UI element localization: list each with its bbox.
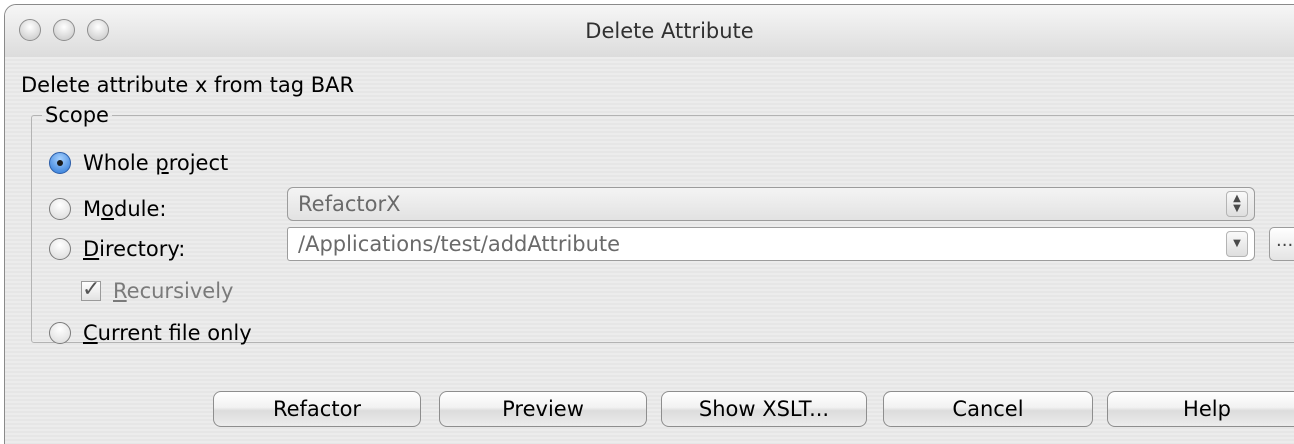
- whole-project-label: Whole project: [83, 151, 229, 175]
- recursively-label: Recursively: [113, 279, 234, 303]
- module-label: Module:: [83, 197, 167, 221]
- module-radio[interactable]: [49, 198, 71, 220]
- title-bar[interactable]: Delete Attribute: [5, 5, 1294, 58]
- scope-legend: Scope: [45, 103, 109, 127]
- current-file-radio[interactable]: [49, 322, 71, 344]
- window-title: Delete Attribute: [585, 19, 754, 43]
- recursively-checkbox[interactable]: ✓: [81, 279, 101, 301]
- whole-project-radio[interactable]: [49, 152, 71, 174]
- show-xslt-button[interactable]: Show XSLT...: [661, 391, 867, 427]
- help-button[interactable]: Help: [1107, 391, 1294, 427]
- module-select[interactable]: RefactorX ▲ ▼: [287, 187, 1255, 221]
- directory-value: /Applications/test/addAttribute: [298, 232, 621, 256]
- preview-button[interactable]: Preview: [439, 391, 647, 427]
- dialog-content: Delete attribute x from tag BAR Scope Wh…: [5, 57, 1294, 444]
- module-option[interactable]: Module:: [49, 197, 166, 221]
- directory-label: Directory:: [83, 237, 186, 261]
- directory-option[interactable]: Directory:: [49, 237, 185, 261]
- cancel-button[interactable]: Cancel: [883, 391, 1093, 427]
- module-select-value: RefactorX: [298, 192, 401, 216]
- delete-attribute-dialog: Delete Attribute Delete attribute x from…: [4, 4, 1294, 444]
- current-file-option[interactable]: Current file only: [49, 321, 252, 345]
- directory-dropdown-icon[interactable]: ▼: [1226, 231, 1248, 257]
- recursively-option[interactable]: ✓ Recursively: [81, 279, 233, 303]
- module-stepper-icon[interactable]: ▲ ▼: [1226, 191, 1248, 217]
- whole-project-option[interactable]: Whole project: [49, 151, 228, 175]
- refactor-button[interactable]: Refactor: [213, 391, 421, 427]
- current-file-label: Current file only: [83, 321, 252, 345]
- browse-directory-button[interactable]: ...: [1269, 227, 1294, 261]
- dialog-description: Delete attribute x from tag BAR: [21, 73, 355, 97]
- scope-group: Scope: [31, 103, 1294, 343]
- directory-combo[interactable]: /Applications/test/addAttribute ▼: [287, 227, 1255, 261]
- directory-radio[interactable]: [49, 238, 71, 260]
